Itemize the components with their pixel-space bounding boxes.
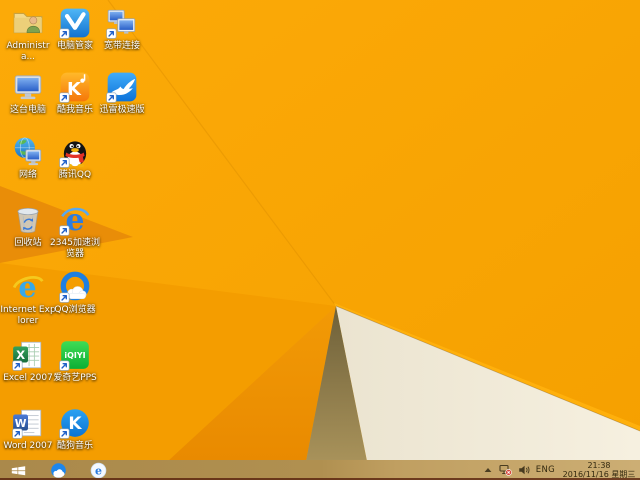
kuwo-music-icon: K: [58, 72, 90, 104]
taskbar-2345-browser-button[interactable]: e: [85, 460, 111, 480]
start-button[interactable]: [5, 460, 31, 480]
svg-text:iQIYI: iQIYI: [64, 351, 85, 360]
speaker-icon: [518, 465, 530, 475]
tray-clock[interactable]: 21:38 2016/11/16 星期三: [561, 461, 637, 479]
desktop-icon-label: 爱奇艺PPS: [53, 373, 97, 383]
network-icon: [14, 137, 42, 166]
desktop-icon-label: 宽带连接: [103, 41, 140, 51]
svg-text:e: e: [95, 464, 102, 477]
thunder-bird-icon: [105, 72, 137, 104]
2345-browser-taskbar-icon: e: [90, 462, 106, 478]
iqiyi-pps-icon: iQIYI: [58, 341, 89, 372]
volume-tray[interactable]: [518, 460, 530, 480]
desktop-icon-broadband[interactable]: 宽带连接: [94, 6, 150, 70]
desktop-icon-thunder[interactable]: 迅雷极速版: [94, 70, 150, 134]
excel-2007-icon: X: [11, 341, 42, 372]
svg-text:K: K: [68, 414, 82, 434]
desktop-icon-label: 腾讯QQ: [58, 170, 92, 180]
desktop-icon-qq[interactable]: 腾讯QQ: [47, 135, 103, 199]
svg-text:W: W: [15, 417, 27, 430]
svg-text:X: X: [16, 348, 25, 362]
desktop-icon-label: QQ浏览器: [54, 305, 96, 315]
tencent-qq-penguin-icon: [58, 141, 87, 169]
tray-time: 21:38: [587, 461, 611, 470]
word-2007-icon: W: [11, 409, 42, 440]
windows-logo-icon: [11, 465, 25, 475]
network-disconnected-icon: [499, 464, 512, 476]
show-hidden-icons-button[interactable]: [483, 460, 493, 480]
internet-explorer-icon: e: [12, 270, 44, 304]
pc-manager-icon: [58, 8, 90, 40]
desktop-icon-label: 迅雷极速版: [99, 105, 145, 115]
up-arrow-icon: [484, 468, 492, 472]
desktop-icon-iqiyi[interactable]: iQIYI 爱奇艺PPS: [47, 338, 103, 402]
language-indicator[interactable]: ENG: [536, 465, 555, 475]
network-status-tray[interactable]: [499, 460, 512, 480]
desktop-icon-label: 酷狗音乐: [56, 441, 93, 451]
recycle-bin-icon: [17, 207, 39, 233]
desktop[interactable]: Administra... 电脑管家 宽带连接 这台电脑 K 酷我音乐 迅雷极速…: [0, 0, 640, 480]
desktop-icon-qq-browser[interactable]: QQ浏览器: [47, 270, 103, 334]
broadband-connection-icon: [105, 9, 136, 40]
tray-date: 2016/11/16 星期三: [562, 470, 636, 479]
taskbar: e ENG 21:38 2016/11/16 星期三: [0, 460, 640, 480]
desktop-icon-2345-browser[interactable]: e 2345加速浏览器: [47, 203, 103, 267]
kugou-music-icon: K: [58, 409, 89, 440]
administrator-folder-icon: [13, 12, 43, 34]
this-pc-icon: [14, 75, 42, 100]
system-tray: ENG 21:38 2016/11/16 星期三: [483, 460, 640, 480]
svg-text:e: e: [18, 270, 36, 304]
desktop-icon-label: 2345加速浏览器: [50, 238, 100, 259]
2345-browser-icon: e: [58, 203, 90, 237]
qq-browser-icon: [58, 271, 90, 304]
qq-browser-taskbar-icon: [50, 462, 66, 478]
taskbar-qq-browser-button[interactable]: [45, 460, 71, 480]
